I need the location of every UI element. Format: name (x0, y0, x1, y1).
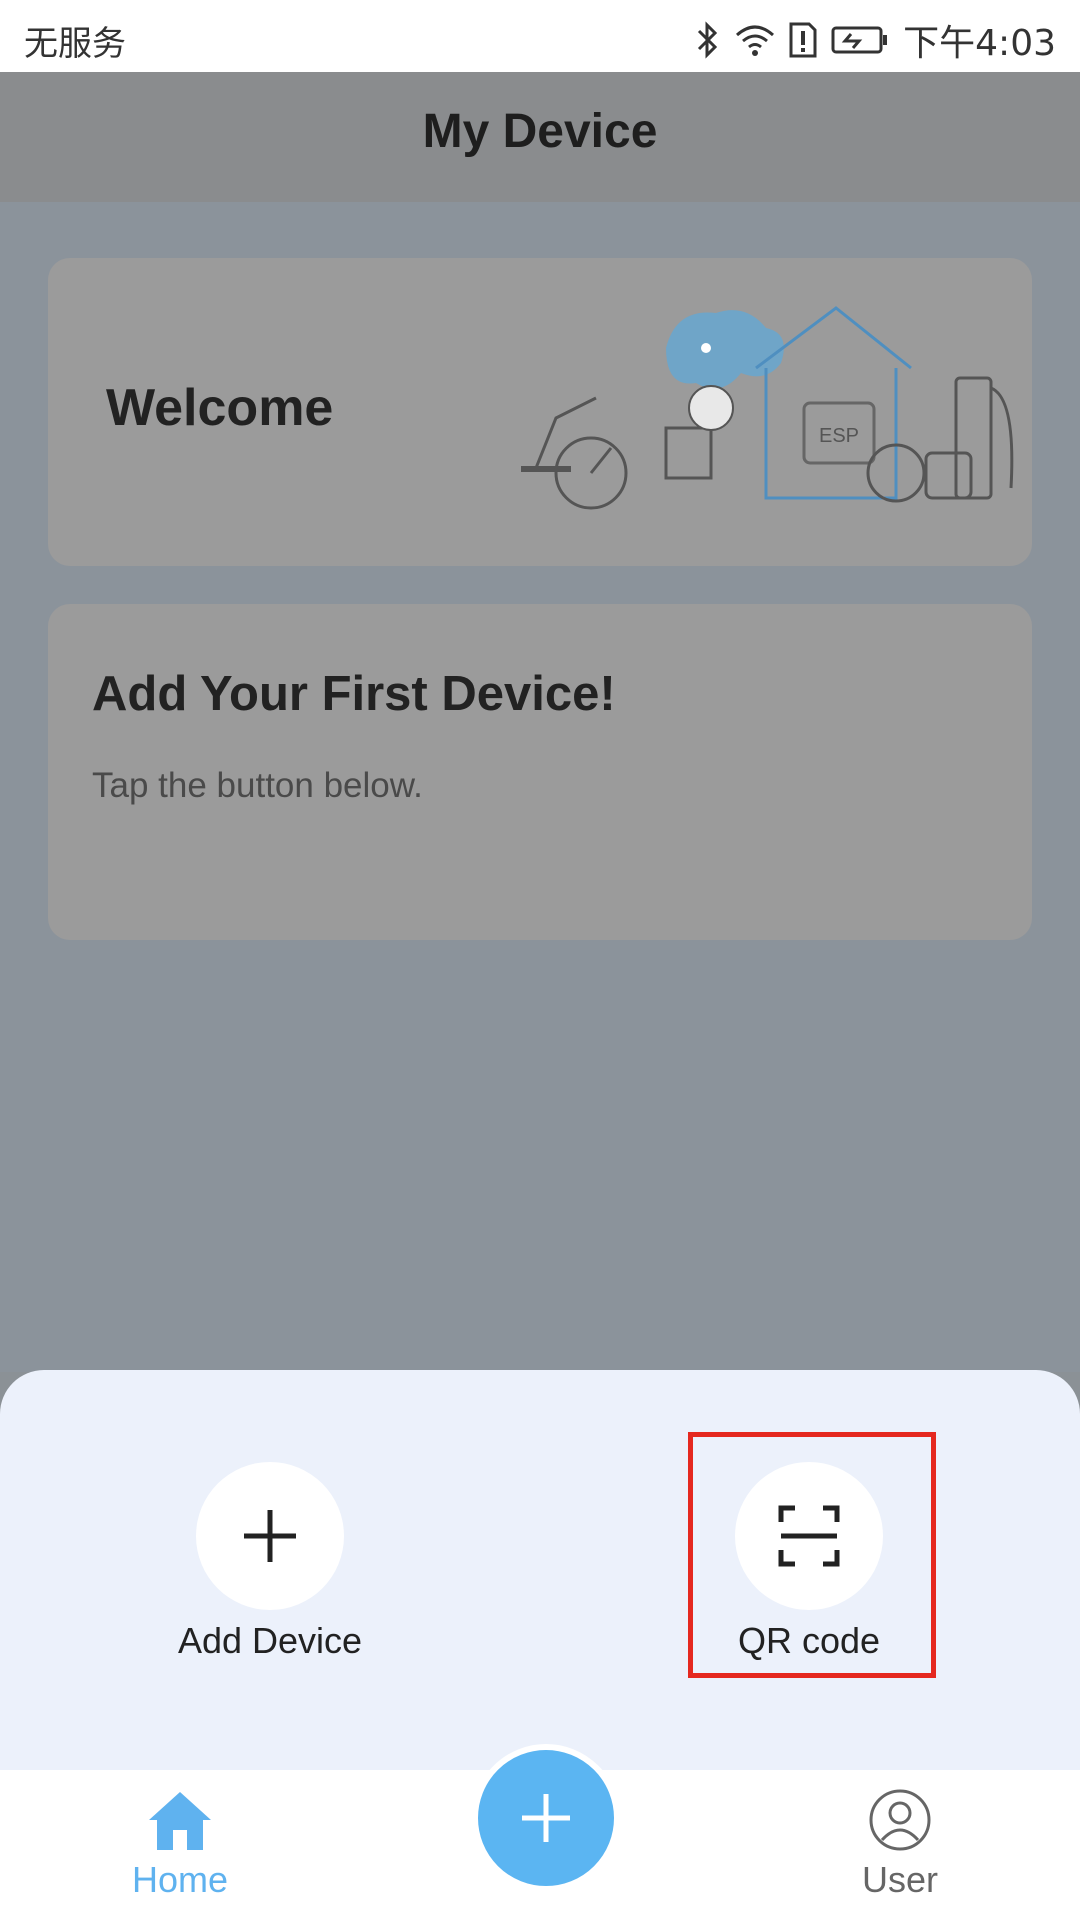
status-bar: 无服务 下午4:03 (0, 0, 1080, 72)
carrier-text: 无服务 (24, 24, 126, 64)
add-fab-button[interactable] (472, 1744, 620, 1892)
add-device-button[interactable] (196, 1462, 344, 1610)
esp-chip-label: ESP (819, 425, 859, 447)
welcome-label: Welcome (106, 379, 334, 437)
plus-icon (522, 1794, 570, 1842)
nav-home-label: Home (131, 1859, 229, 1900)
page-title: My Device (422, 105, 658, 158)
clock: 下午4:03 (903, 23, 1056, 64)
wifi-icon (736, 25, 775, 56)
battery-icon (831, 26, 888, 54)
nav-user-label: User (861, 1859, 938, 1900)
status-icons: 下午4:03 (695, 14, 1056, 66)
home-icon (149, 1792, 211, 1850)
smart-home-illustration: ESP (521, 306, 1014, 510)
user-icon (869, 1789, 931, 1851)
nav-user[interactable]: User (800, 1788, 1000, 1901)
plus-icon (244, 1510, 296, 1562)
qr-code-highlight-box (688, 1432, 936, 1678)
welcome-card: Welcome ESP (48, 258, 1032, 566)
add-device-option[interactable]: Add Device (120, 1462, 420, 1662)
empty-state-heading: Add Your First Device! (92, 667, 616, 721)
empty-state-card: Add Your First Device! Tap the button be… (48, 604, 1032, 940)
add-device-label: Add Device (177, 1620, 363, 1661)
empty-state-subtext: Tap the button below. (92, 766, 423, 805)
nav-home[interactable]: Home (80, 1788, 280, 1901)
alert-sim-icon (789, 22, 817, 58)
bluetooth-icon (698, 21, 718, 59)
app-header: My Device (0, 72, 1080, 202)
